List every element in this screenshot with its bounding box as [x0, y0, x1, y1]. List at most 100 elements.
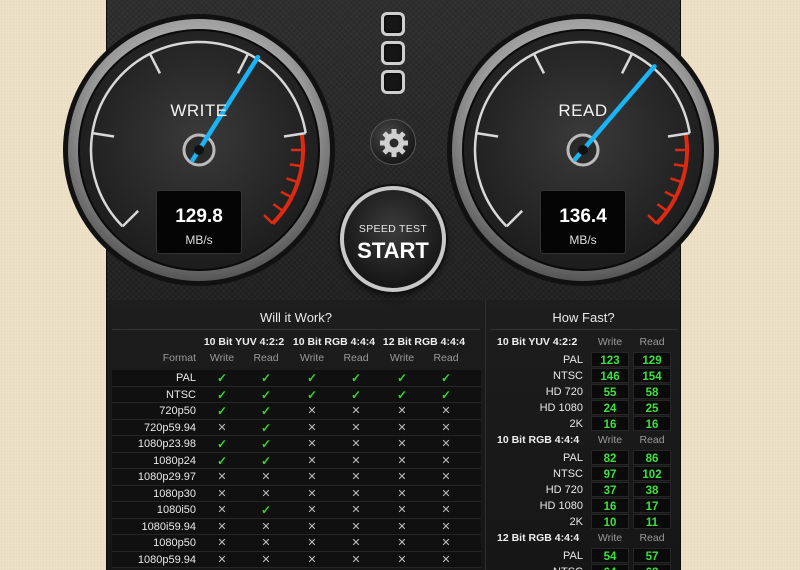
cross-icon: ✕	[261, 471, 271, 483]
cross-icon: ✕	[441, 454, 451, 467]
gauge-needle-cap	[578, 145, 588, 155]
cross-icon: ✕	[351, 520, 361, 533]
cross-icon: ✕	[307, 405, 317, 417]
cross-icon: ✕	[217, 421, 227, 434]
speed-write-value: 54	[591, 548, 629, 563]
cross-icon: ✕	[397, 405, 407, 417]
write-gauge-title: WRITE	[170, 101, 228, 120]
will-it-work-title-rule	[112, 329, 480, 330]
read-gauge: READ 136.4 MB/s	[443, 10, 723, 290]
speed-format-label: PAL	[563, 550, 583, 562]
speed-group-title: 10 Bit YUV 4:2:2	[497, 336, 578, 348]
start-button-caption: SPEED TEST	[358, 223, 428, 235]
check-icon: ✓	[306, 371, 318, 385]
will-group-header: 10 Bit RGB 4:4:4	[292, 336, 376, 348]
speed-format-label: 2K	[569, 418, 583, 430]
read-speed-unit: MB/s	[569, 233, 597, 247]
gear-icon	[380, 129, 408, 157]
speed-write-value: 123	[591, 352, 629, 367]
speed-row: NTSC 146 154	[485, 368, 682, 384]
speed-row: PAL 54 57	[485, 548, 682, 564]
cross-icon: ✕	[217, 520, 227, 533]
cross-icon: ✕	[397, 553, 407, 566]
speed-row: 2K 10 11	[485, 514, 682, 530]
will-sub-header: Read	[343, 352, 369, 364]
speed-format-label: NTSC	[553, 468, 583, 480]
cross-icon: ✕	[397, 504, 407, 516]
write-speed-value: 129.8	[175, 206, 223, 227]
disk-speed-test-window: WRITE 129.8 MB/s READ 136.4 MB/s SPEED T…	[63, 0, 719, 570]
cross-icon: ✕	[307, 520, 317, 533]
cross-icon: ✕	[217, 537, 227, 549]
speed-row: PAL 123 129	[485, 352, 682, 368]
format-label: 1080p24	[153, 454, 196, 467]
will-it-work-rows: PAL ✓ ✓ ✓ ✓ ✓ ✓ NTSC ✓ ✓ ✓ ✓ ✓ ✓ 720p50 ✓ ✓ ✕ ✕ ✕ ✕ 720p59.94…	[107, 370, 485, 568]
check-icon: ✓	[216, 387, 228, 402]
format-label: 1080p30	[153, 487, 196, 500]
speed-read-header: Read	[639, 434, 665, 446]
check-icon: ✓	[440, 371, 452, 385]
speed-format-label: NTSC	[553, 370, 583, 382]
drive-select-square-3[interactable]	[381, 70, 405, 94]
speed-format-label: 2K	[569, 516, 583, 528]
format-label: 720p59.94	[144, 421, 196, 434]
speed-row: NTSC 97 102	[485, 466, 682, 482]
will-table-row: 1080p59.94 ✕ ✕ ✕ ✕ ✕ ✕	[107, 551, 485, 569]
speed-format-label: HD 720	[545, 484, 583, 496]
cross-icon: ✕	[351, 537, 361, 549]
will-table-row: 1080p50 ✕ ✕ ✕ ✕ ✕ ✕	[107, 535, 485, 552]
speed-write-value: 55	[591, 384, 629, 399]
write-speed-readout: 129.8 MB/s	[156, 190, 242, 254]
drive-select-square-1[interactable]	[381, 12, 405, 36]
cross-icon: ✕	[441, 471, 451, 483]
start-button-label: START	[357, 238, 429, 263]
speed-write-value: 97	[591, 466, 629, 481]
speed-read-value: 129	[633, 352, 671, 367]
drive-select-square-2[interactable]	[381, 41, 405, 65]
cross-icon: ✕	[307, 504, 317, 516]
format-label: 1080i50	[156, 504, 196, 516]
speed-group-title: 12 Bit RGB 4:4:4	[497, 532, 580, 544]
speed-read-value: 16	[633, 416, 671, 431]
cross-icon: ✕	[217, 553, 227, 566]
speed-test-start-button[interactable]: SPEED TEST START	[340, 186, 446, 292]
format-label: 1080p23.98	[137, 438, 196, 450]
speed-write-value: 37	[591, 482, 629, 497]
cross-icon: ✕	[441, 520, 451, 533]
cross-icon: ✕	[397, 487, 407, 500]
speed-write-value: 24	[591, 400, 629, 415]
speed-row: HD 720 55 58	[485, 384, 682, 400]
cross-icon: ✕	[397, 421, 407, 434]
speed-write-header: Write	[597, 434, 623, 446]
cross-icon: ✕	[307, 487, 317, 500]
cross-icon: ✕	[307, 471, 317, 483]
settings-button[interactable]	[370, 119, 416, 165]
speed-write-value: 64	[591, 564, 629, 570]
cross-icon: ✕	[351, 504, 361, 516]
speed-write-value: 10	[591, 514, 629, 529]
speed-read-value: 102	[633, 466, 671, 481]
write-speed-unit: MB/s	[185, 233, 213, 247]
format-label: 1080p59.94	[137, 553, 196, 566]
will-table-row: 1080i59.94 ✕ ✕ ✕ ✕ ✕ ✕	[107, 518, 485, 536]
check-icon: ✓	[260, 404, 272, 418]
how-fast-title-rule	[490, 329, 678, 330]
will-group-header: 12 Bit RGB 4:4:4	[382, 336, 466, 348]
cross-icon: ✕	[397, 471, 407, 483]
check-icon: ✓	[260, 420, 272, 435]
cross-icon: ✕	[397, 454, 407, 467]
speed-format-label: HD 720	[545, 386, 583, 398]
speed-write-value: 16	[591, 416, 629, 431]
cross-icon: ✕	[351, 471, 361, 483]
speed-read-value: 154	[633, 368, 671, 383]
cross-icon: ✕	[397, 537, 407, 549]
will-table-row: 1080p24 ✓ ✓ ✕ ✕ ✕ ✕	[107, 452, 485, 470]
speed-read-value: 68	[633, 564, 671, 570]
cross-icon: ✕	[351, 454, 361, 467]
cross-icon: ✕	[351, 405, 361, 417]
speed-group-title: 10 Bit RGB 4:4:4	[497, 434, 580, 446]
check-icon: ✓	[216, 371, 228, 385]
cross-icon: ✕	[441, 487, 451, 500]
cross-icon: ✕	[441, 504, 451, 516]
will-sub-header: Read	[433, 352, 459, 364]
